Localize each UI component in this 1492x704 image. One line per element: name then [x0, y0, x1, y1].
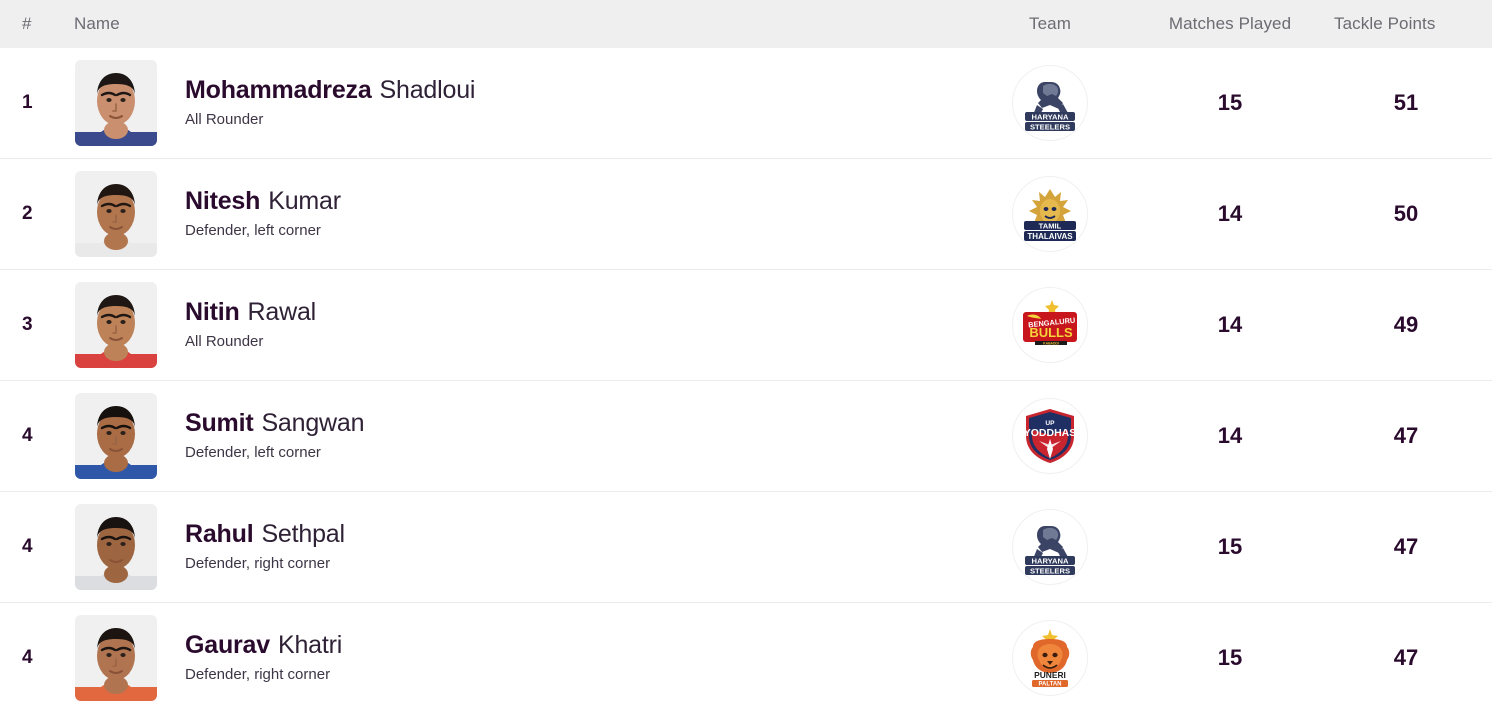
- svg-text:PALTAN: PALTAN: [1039, 682, 1062, 688]
- player-role: Defender, left corner: [185, 222, 321, 239]
- player-name-block: Gaurav Khatri Defender, right corner: [157, 630, 342, 686]
- svg-text:BULLS: BULLS: [1029, 325, 1073, 340]
- tamil-thalaivas-logo: TAMIL THALAIVAS: [1012, 176, 1088, 252]
- player-name-block: Rahul Sethpal Defender, right corner: [157, 519, 345, 575]
- player-name: Mohammadreza Shadloui: [185, 75, 475, 105]
- player-role: Defender, right corner: [185, 555, 331, 572]
- column-header-matches-played: Matches Played: [1168, 14, 1292, 33]
- rank-value: 3: [22, 314, 33, 335]
- table-row[interactable]: 4 Rahul Sethpal Defender, right corner HARYA…: [0, 492, 1492, 603]
- player-cell: Rahul Sethpal Defender, right corner: [72, 504, 960, 590]
- player-cell: Gaurav Khatri Defender, right corner: [72, 615, 960, 701]
- player-cell: Mohammadreza Shadloui All Rounder: [72, 60, 960, 146]
- player-cell: Sumit Sangwan Defender, left corner: [72, 393, 960, 479]
- svg-text:STEELERS: STEELERS: [1030, 122, 1070, 131]
- svg-text:KABADDI: KABADDI: [1043, 341, 1059, 345]
- player-last-name: Rawal: [247, 298, 317, 326]
- player-photo-sumit-sangwan: [75, 393, 157, 479]
- tackle-points-value: 47: [1393, 645, 1419, 670]
- column-header-team: Team: [1029, 14, 1071, 33]
- rank-value: 2: [22, 203, 33, 224]
- matches-played-value: 15: [1217, 645, 1243, 670]
- puneri-paltan-logo: PUNERI PALTAN: [1012, 620, 1088, 696]
- table-row[interactable]: 2 Nitesh Kumar Defender, left corner TAMIL TH…: [0, 159, 1492, 270]
- matches-played-value: 14: [1217, 423, 1243, 448]
- svg-text:HARYANA: HARYANA: [1032, 112, 1070, 121]
- player-photo-nitin-rawal: [75, 282, 157, 368]
- table-row[interactable]: 4 Gaurav Khatri Defender, right corner PUNER…: [0, 603, 1492, 704]
- svg-text:UP: UP: [1045, 420, 1055, 427]
- table-row[interactable]: 3 Nitin Rawal All Rounder BENGALURU BULLS KABA…: [0, 270, 1492, 381]
- player-last-name: Shadloui: [379, 76, 476, 104]
- player-first-name: Rahul: [185, 520, 254, 548]
- table-row[interactable]: 4 Sumit Sangwan Defender, left corner UP YODD…: [0, 381, 1492, 492]
- player-last-name: Khatri: [277, 631, 343, 659]
- team-cell[interactable]: HARYANA STEELERS: [960, 509, 1140, 585]
- team-cell[interactable]: TAMIL THALAIVAS: [960, 176, 1140, 252]
- team-cell[interactable]: BENGALURU BULLS KABADDI: [960, 287, 1140, 363]
- svg-text:TAMIL: TAMIL: [1039, 221, 1062, 230]
- svg-text:THALAIVAS: THALAIVAS: [1027, 232, 1073, 241]
- player-name: Gaurav Khatri: [185, 630, 342, 660]
- tackle-points-value: 47: [1393, 534, 1419, 559]
- player-cell: Nitin Rawal All Rounder: [72, 282, 960, 368]
- bengaluru-bulls-logo: BENGALURU BULLS KABADDI: [1012, 287, 1088, 363]
- column-header-tackle-points: Tackle Points: [1334, 14, 1436, 33]
- player-photo-mohammadreza-shadloui: [75, 60, 157, 146]
- player-first-name: Sumit: [185, 409, 254, 437]
- tackle-points-value: 47: [1393, 423, 1419, 448]
- player-last-name: Sangwan: [261, 409, 365, 437]
- player-first-name: Mohammadreza: [185, 76, 372, 104]
- player-first-name: Nitin: [185, 298, 240, 326]
- haryana-steelers-logo: HARYANA STEELERS: [1012, 65, 1088, 141]
- rank-value: 1: [22, 92, 33, 113]
- player-first-name: Gaurav: [185, 631, 270, 659]
- player-name-block: Sumit Sangwan Defender, left corner: [157, 408, 365, 464]
- svg-text:PUNERI: PUNERI: [1034, 670, 1066, 680]
- player-role: All Rounder: [185, 333, 264, 350]
- player-photo-nitesh-kumar: [75, 171, 157, 257]
- column-header-rank: #: [22, 14, 32, 33]
- player-name: Rahul Sethpal: [185, 519, 345, 549]
- tackle-points-value: 51: [1393, 90, 1419, 115]
- team-cell[interactable]: HARYANA STEELERS: [960, 65, 1140, 141]
- player-name: Sumit Sangwan: [185, 408, 365, 438]
- svg-text:HARYANA: HARYANA: [1032, 556, 1070, 565]
- player-name-block: Nitin Rawal All Rounder: [157, 297, 316, 353]
- matches-played-value: 15: [1217, 534, 1243, 559]
- matches-played-value: 14: [1217, 201, 1243, 226]
- table-header-row: # Name Team Matches Played Tackle Points: [0, 0, 1492, 48]
- team-cell[interactable]: UP YODDHAS: [960, 398, 1140, 474]
- up-yoddhas-logo: UP YODDHAS: [1012, 398, 1088, 474]
- tackle-points-value: 49: [1393, 312, 1419, 337]
- player-first-name: Nitesh: [185, 187, 261, 215]
- player-role: All Rounder: [185, 111, 264, 128]
- rank-value: 4: [22, 425, 33, 446]
- player-role: Defender, right corner: [185, 666, 331, 683]
- player-photo-gaurav-khatri: [75, 615, 157, 701]
- haryana-steelers-logo: HARYANA STEELERS: [1012, 509, 1088, 585]
- column-header-name: Name: [74, 14, 120, 33]
- player-cell: Nitesh Kumar Defender, left corner: [72, 171, 960, 257]
- table-row[interactable]: 1 Mohammadreza Shadloui All Rounder HARYANA S…: [0, 48, 1492, 159]
- table-body: 1 Mohammadreza Shadloui All Rounder HARYANA S…: [0, 48, 1492, 704]
- rank-value: 4: [22, 647, 33, 668]
- tackle-points-value: 50: [1393, 201, 1419, 226]
- player-last-name: Sethpal: [261, 520, 345, 548]
- rank-value: 4: [22, 536, 33, 557]
- matches-played-value: 14: [1217, 312, 1243, 337]
- team-cell[interactable]: PUNERI PALTAN: [960, 620, 1140, 696]
- player-name: Nitin Rawal: [185, 297, 316, 327]
- player-name: Nitesh Kumar: [185, 186, 341, 216]
- svg-text:STEELERS: STEELERS: [1030, 566, 1070, 575]
- player-name-block: Mohammadreza Shadloui All Rounder: [157, 75, 475, 131]
- tackle-points-leaderboard: # Name Team Matches Played Tackle Points…: [0, 0, 1492, 704]
- player-last-name: Kumar: [268, 187, 341, 215]
- player-name-block: Nitesh Kumar Defender, left corner: [157, 186, 341, 242]
- matches-played-value: 15: [1217, 90, 1243, 115]
- player-photo-rahul-sethpal: [75, 504, 157, 590]
- player-role: Defender, left corner: [185, 444, 321, 461]
- svg-text:YODDHAS: YODDHAS: [1024, 427, 1077, 439]
